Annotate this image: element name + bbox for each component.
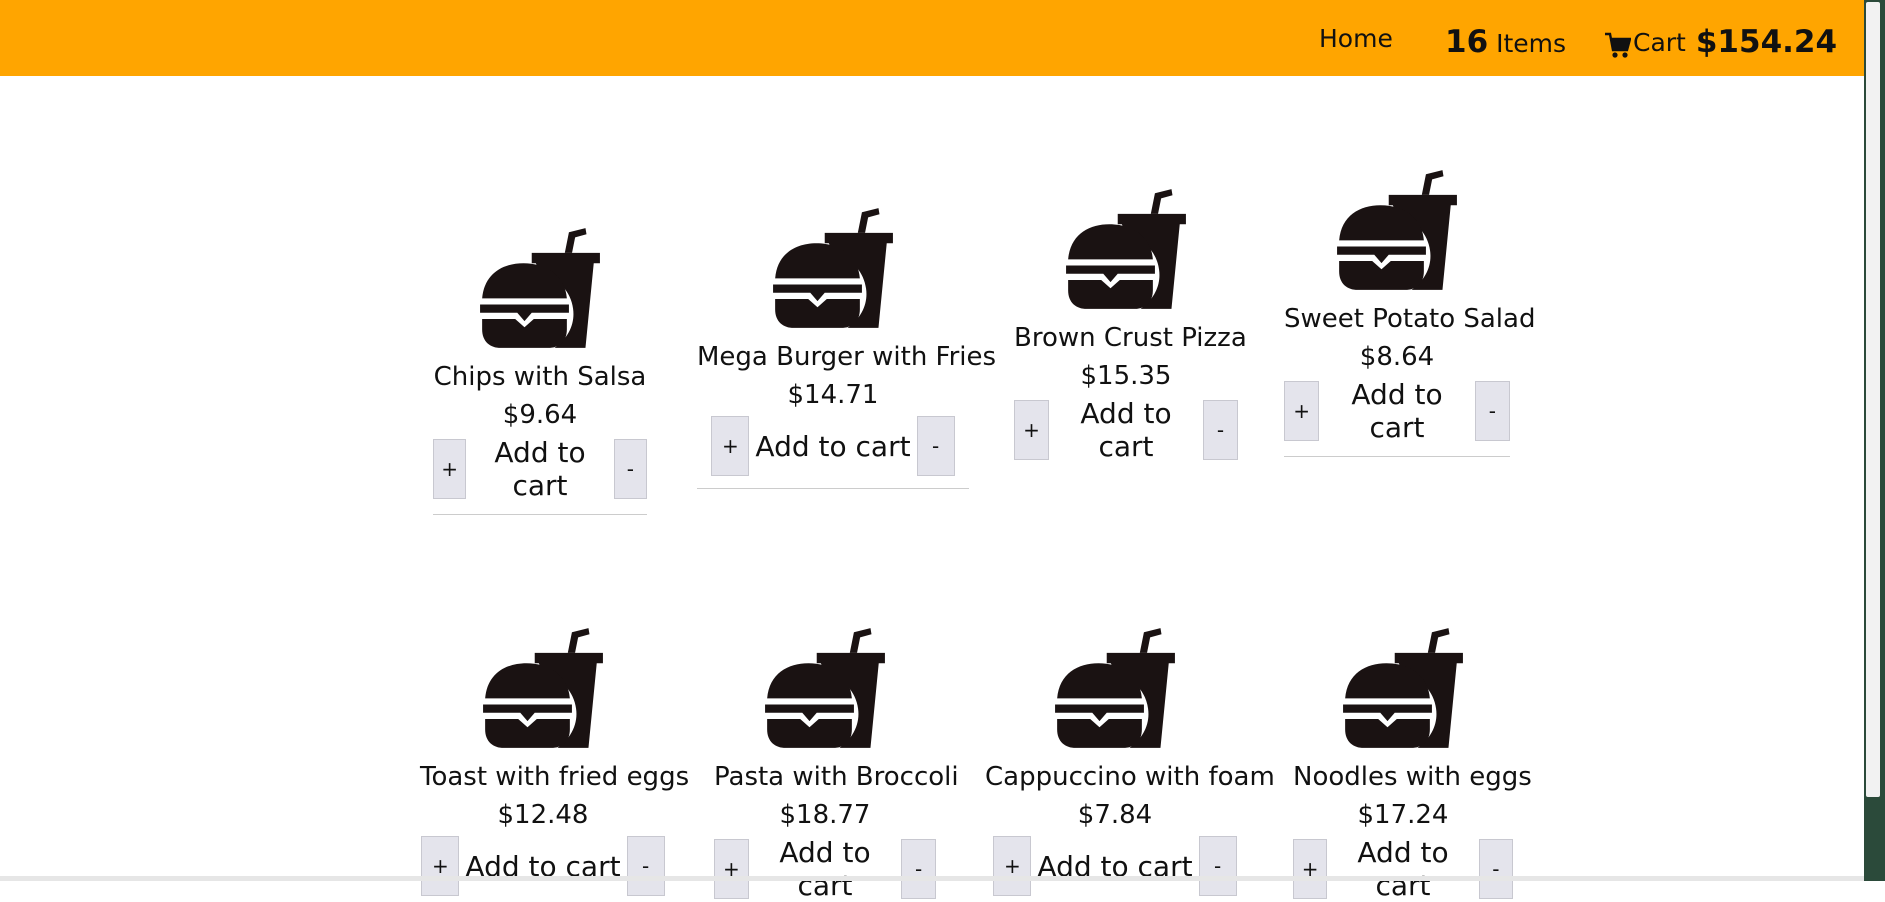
product-card: Cappuccino with foam $7.84 + Add to cart… <box>985 626 1275 896</box>
add-to-cart-button[interactable]: Add to cart <box>755 836 896 902</box>
increase-quantity-button[interactable]: + <box>993 836 1032 896</box>
burger-and-drink-icon <box>763 626 887 750</box>
add-to-cart-button[interactable]: Add to cart <box>1325 378 1468 444</box>
decrease-quantity-button[interactable]: - <box>626 836 665 896</box>
product-card: Mega Burger with Fries $14.71 + Add to c… <box>697 206 997 489</box>
burger-and-drink-icon <box>1064 187 1188 311</box>
top-navigation-bar: Home 16 Items Cart $154.24 <box>0 0 1864 76</box>
increase-quantity-button[interactable]: + <box>711 416 750 476</box>
cart-link[interactable]: Cart $154.24 <box>1605 24 1837 60</box>
scrollbar-thumb[interactable] <box>1866 2 1880 797</box>
burger-and-drink-icon <box>1053 626 1177 750</box>
product-name: Noodles with eggs <box>1293 762 1532 792</box>
product-card: Toast with fried eggs $12.48 + Add to ca… <box>420 626 690 896</box>
burger-and-drink-icon <box>478 226 602 350</box>
product-card: Chips with Salsa $9.64 + Add to cart - <box>433 226 647 515</box>
decrease-quantity-button[interactable]: - <box>916 416 955 476</box>
product-price: $18.77 <box>779 800 871 830</box>
product-price: $12.48 <box>497 800 589 830</box>
increase-quantity-button[interactable]: + <box>421 836 460 896</box>
product-price: $17.24 <box>1357 800 1449 830</box>
increase-quantity-button[interactable]: + <box>714 839 749 899</box>
increase-quantity-button[interactable]: + <box>1284 381 1320 441</box>
product-name: Mega Burger with Fries <box>697 342 997 372</box>
add-to-cart-button[interactable]: Add to cart <box>755 430 910 463</box>
product-name: Brown Crust Pizza <box>1014 323 1247 353</box>
items-label: Items <box>1496 29 1567 58</box>
decrease-quantity-button[interactable]: - <box>1478 839 1513 899</box>
burger-and-drink-icon <box>1335 168 1459 292</box>
items-counter: 16 Items <box>1445 24 1566 60</box>
horizontal-scrollbar[interactable] <box>0 876 1864 881</box>
product-name: Cappuccino with foam <box>985 762 1275 792</box>
burger-and-drink-icon <box>481 626 605 750</box>
nav-home-link[interactable]: Home <box>1319 24 1393 53</box>
product-card: Brown Crust Pizza $15.35 + Add to cart - <box>1014 187 1247 463</box>
add-to-cart-button[interactable]: Add to cart <box>1055 397 1197 463</box>
product-card: Noodles with eggs $17.24 + Add to cart - <box>1293 626 1532 902</box>
product-price: $15.35 <box>1080 361 1172 391</box>
cart-icon <box>1605 31 1631 59</box>
product-card: Pasta with Broccoli $18.77 + Add to cart… <box>714 626 959 902</box>
product-price: $14.71 <box>787 380 879 410</box>
decrease-quantity-button[interactable]: - <box>1198 836 1237 896</box>
decrease-quantity-button[interactable]: - <box>901 839 936 899</box>
add-to-cart-button[interactable]: Add to cart <box>472 436 607 502</box>
product-name: Toast with fried eggs <box>420 762 690 792</box>
product-divider <box>1284 456 1510 457</box>
decrease-quantity-button[interactable]: - <box>1203 400 1239 460</box>
burger-and-drink-icon <box>771 206 895 330</box>
add-to-cart-button[interactable]: Add to cart <box>1333 836 1472 902</box>
product-name: Chips with Salsa <box>433 362 647 392</box>
increase-quantity-button[interactable]: + <box>1014 400 1049 460</box>
product-price: $8.64 <box>1359 342 1435 372</box>
cart-total: $154.24 <box>1695 24 1838 60</box>
burger-and-drink-icon <box>1341 626 1465 750</box>
items-count: 16 <box>1445 24 1489 60</box>
decrease-quantity-button[interactable]: - <box>1474 381 1510 441</box>
increase-quantity-button[interactable]: + <box>1293 839 1328 899</box>
product-price: $9.64 <box>502 400 578 430</box>
increase-quantity-button[interactable]: + <box>433 439 467 499</box>
cart-label: Cart <box>1633 27 1686 57</box>
product-divider <box>697 488 969 489</box>
product-divider <box>433 514 647 515</box>
product-card: Sweet Potato Salad $8.64 + Add to cart - <box>1284 168 1536 457</box>
product-name: Pasta with Broccoli <box>714 762 959 792</box>
product-name: Sweet Potato Salad <box>1284 304 1536 334</box>
decrease-quantity-button[interactable]: - <box>613 439 647 499</box>
product-price: $7.84 <box>1077 800 1153 830</box>
